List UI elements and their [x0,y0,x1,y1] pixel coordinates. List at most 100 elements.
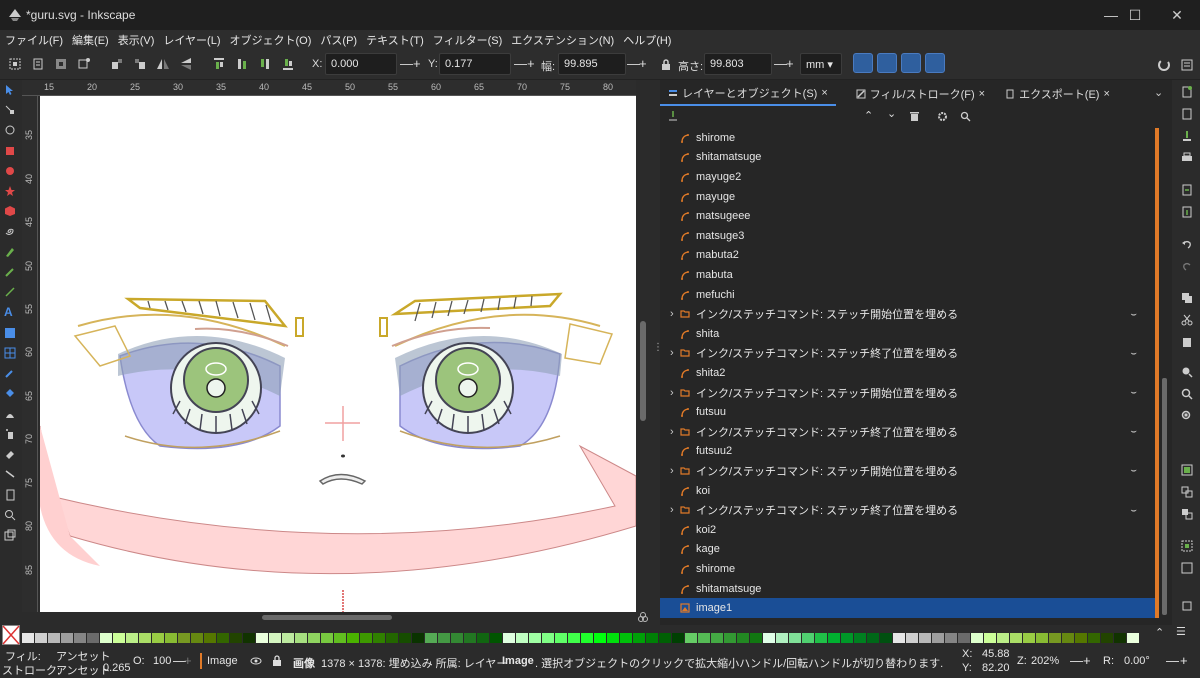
opacity-value[interactable]: 100 [153,655,171,667]
layer-visibility-eye-icon[interactable] [250,655,262,667]
color-swatch[interactable] [386,633,398,643]
unit-select[interactable]: mm ▾ [800,53,842,75]
color-swatch[interactable] [841,633,853,643]
zoom-value[interactable]: 202% [1031,655,1059,667]
unlink-clone-icon[interactable] [1181,508,1193,520]
color-swatch[interactable] [282,633,294,643]
color-swatch[interactable] [165,633,177,643]
move-down-icon[interactable]: ⌄ [887,107,896,120]
swatch-strip[interactable] [22,633,1142,643]
object-row[interactable]: shitamatsuge [660,148,1155,168]
expand-chevron-icon[interactable]: › [670,504,674,516]
color-swatch[interactable] [555,633,567,643]
object-row[interactable]: matsugeee [660,206,1155,226]
color-swatch[interactable] [711,633,723,643]
color-swatch[interactable] [334,633,346,643]
expand-chevron-icon[interactable]: › [670,465,674,477]
star-tool-icon[interactable] [4,185,16,197]
lower-icon[interactable] [258,57,272,71]
hidden-eye-icon[interactable]: ⌣ [1130,348,1137,359]
raise-icon[interactable] [235,57,249,71]
color-swatch[interactable] [568,633,580,643]
tweak-spray-tool-icon[interactable] [4,408,16,420]
horizontal-scroll-thumb[interactable] [262,615,392,620]
color-swatch[interactable] [594,633,606,643]
tab-layers-objects[interactable]: レイヤーとオブジェクト(S) × [660,82,836,106]
object-row[interactable]: koi2 [660,520,1155,540]
color-swatch[interactable] [308,633,320,643]
open-document-icon[interactable] [1181,108,1193,120]
group-icon[interactable] [1181,540,1193,552]
cut-icon[interactable] [1181,314,1193,326]
rotation-increment-button[interactable]: + [1180,653,1188,668]
scale-stroke-button[interactable] [853,53,873,73]
text-tool-icon[interactable]: A [4,306,16,318]
color-swatch[interactable] [932,633,944,643]
object-row[interactable]: mayuge2 [660,167,1155,187]
duplicate-icon[interactable] [1181,464,1193,476]
paint-bucket-tool-icon[interactable] [4,387,16,399]
color-swatch[interactable] [35,633,47,643]
zoom-tool-icon[interactable] [4,509,16,521]
object-row[interactable]: shita [660,324,1155,344]
layers-scroll-thumb[interactable] [1162,378,1167,615]
menu-path[interactable]: パス(P) [315,32,361,48]
layers-objects-tree[interactable]: shirome shitamatsuge mayuge2 mayuge matsugee… [660,128,1155,618]
menu-view[interactable]: 表示(V) [113,32,159,48]
layer-group-row[interactable]: › インク/ステッチコマンド: ステッチ終了位置を埋める ⌣ [660,500,1155,520]
dropper-tool-icon[interactable] [4,367,16,379]
color-swatch[interactable] [620,633,632,643]
object-row[interactable]: shitamatsuge [660,579,1155,599]
zoom-decrement-button[interactable]: — [1070,653,1083,668]
width-increment-button[interactable]: + [639,56,647,71]
expand-chevron-icon[interactable]: › [670,426,674,438]
copy-icon[interactable] [1181,292,1193,304]
color-swatch[interactable] [776,633,788,643]
tabs-menu-chevron-icon[interactable]: ⌄ [1154,86,1163,99]
hidden-eye-icon[interactable]: ⌣ [1130,387,1137,398]
select-all-layers-icon[interactable] [31,57,45,71]
scale-corners-button[interactable] [877,53,897,73]
tab-close-icon[interactable]: × [1103,88,1109,100]
color-swatch[interactable] [152,633,164,643]
color-swatch[interactable] [464,633,476,643]
hidden-eye-icon[interactable]: ⌣ [1130,309,1137,320]
color-swatch[interactable] [945,633,957,643]
color-swatch[interactable] [529,633,541,643]
layer-group-row[interactable]: › インク/ステッチコマンド: ステッチ終了位置を埋める ⌣ [660,422,1155,442]
menu-edit[interactable]: 編集(E) [67,32,113,48]
clone-icon[interactable] [1181,486,1193,498]
color-swatch[interactable] [971,633,983,643]
maximize-button[interactable]: ☐ [1112,0,1158,30]
eraser-tool-icon[interactable] [4,448,16,460]
menu-extensions[interactable]: エクステンション(N) [506,32,618,48]
rotation-decrement-button[interactable]: — [1166,653,1179,668]
vertical-scroll-thumb[interactable] [640,321,646,421]
x-increment-button[interactable]: + [413,56,421,71]
zoom-page-icon[interactable] [1181,410,1193,422]
color-swatch[interactable] [256,633,268,643]
menu-text[interactable]: テキスト(T) [361,32,428,48]
calligraphy-tool-icon[interactable] [4,286,16,298]
menu-help[interactable]: ヘルプ(H) [618,32,675,48]
tab-close-icon[interactable]: × [821,87,827,99]
y-input[interactable] [439,53,511,75]
undo-icon[interactable] [1181,238,1193,250]
ellipse-tool-icon[interactable] [4,165,16,177]
lower-to-bottom-icon[interactable] [281,57,295,71]
width-input[interactable] [558,53,626,75]
commands-bar-icon[interactable] [1180,58,1194,72]
object-row[interactable]: mayuge [660,187,1155,207]
move-patterns-button[interactable] [925,53,945,73]
close-window-button[interactable]: ✕ [1154,0,1200,30]
color-swatch[interactable] [243,633,255,643]
y-decrement-button[interactable]: — [514,56,527,71]
color-swatch[interactable] [581,633,593,643]
color-swatch[interactable] [74,633,86,643]
color-swatch[interactable] [230,633,242,643]
pen-tool-icon[interactable] [4,246,16,258]
color-swatch[interactable] [997,633,1009,643]
color-swatch[interactable] [516,633,528,643]
menu-layer[interactable]: レイヤー(L) [158,32,224,48]
color-swatch[interactable] [373,633,385,643]
